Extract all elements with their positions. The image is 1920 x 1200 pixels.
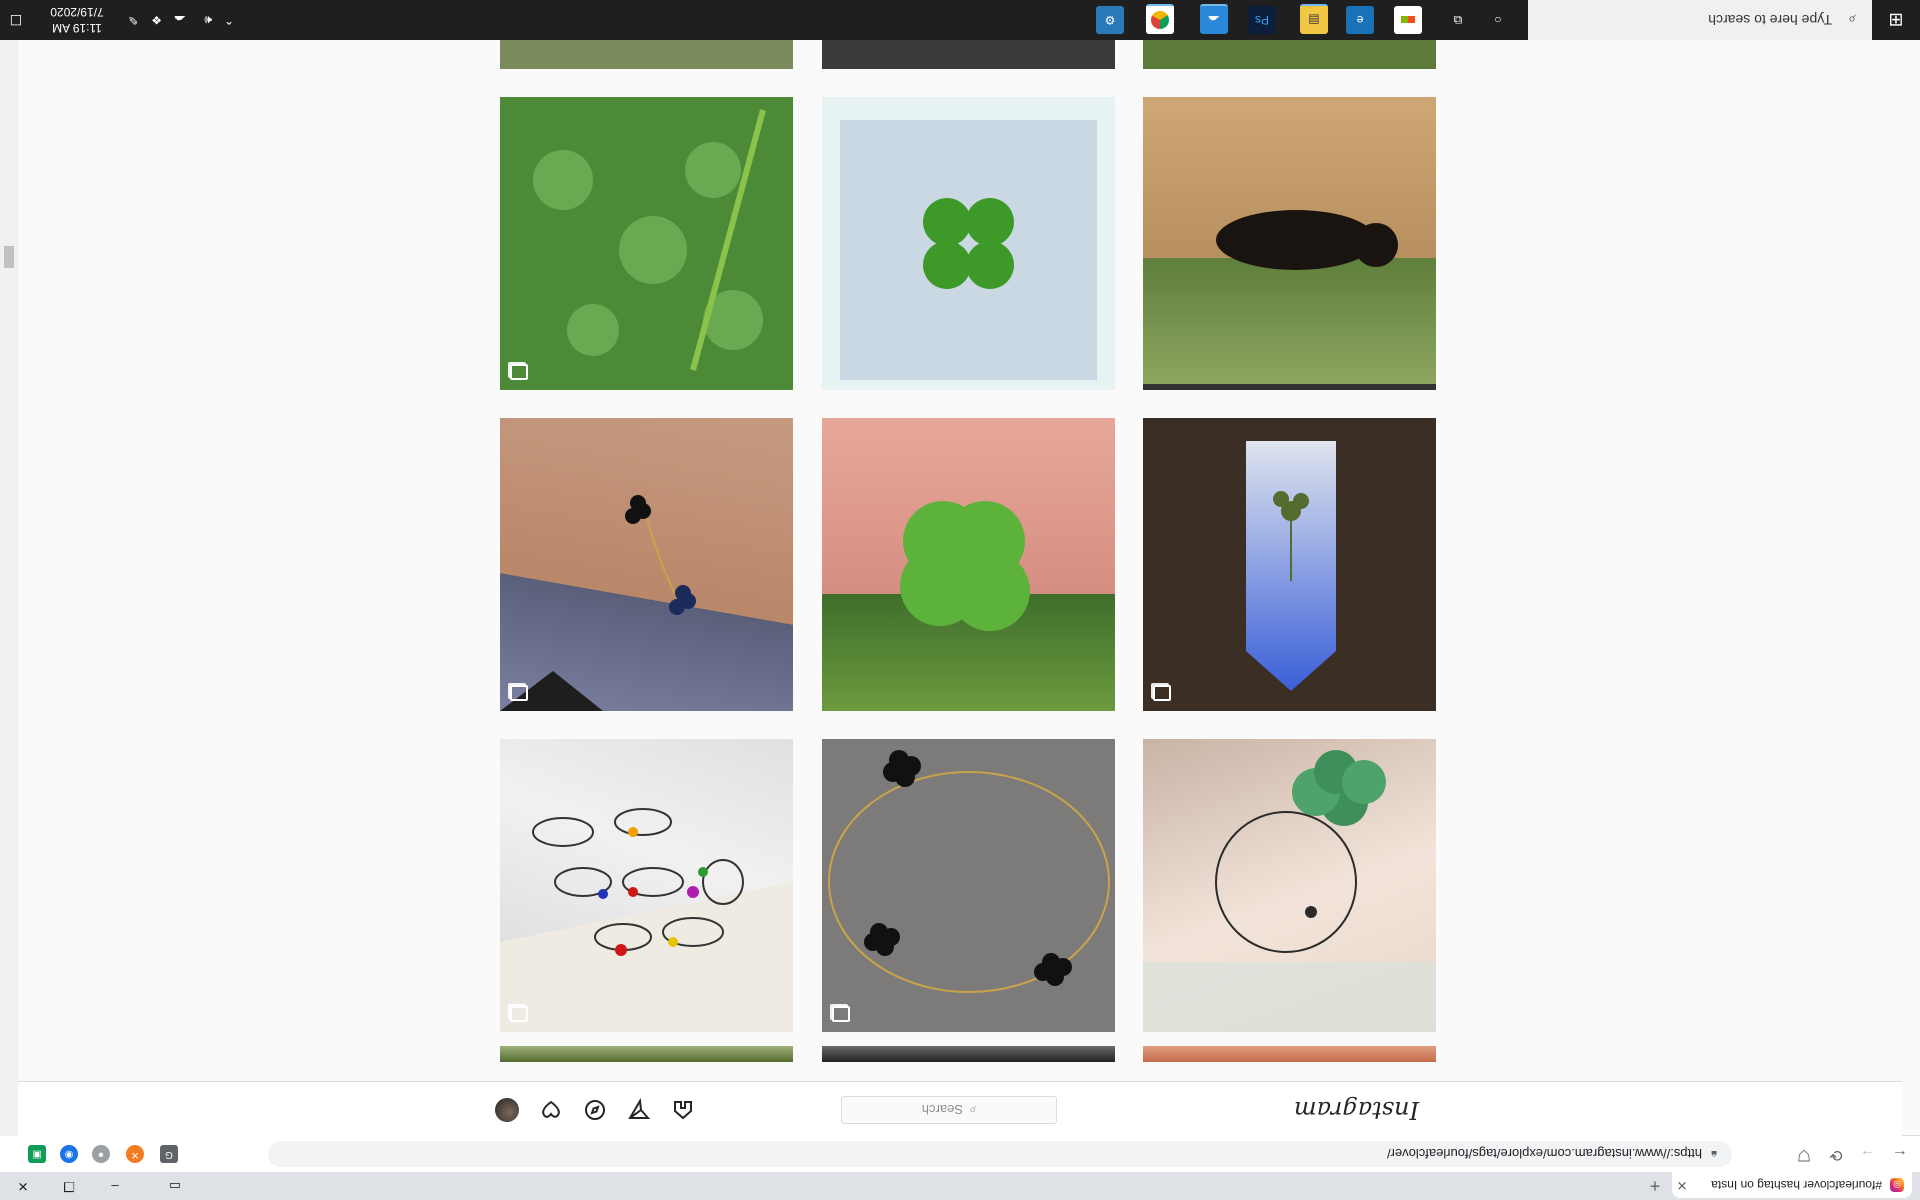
- instagram-logo[interactable]: Instagram: [1294, 1096, 1419, 1124]
- dropbox-icon[interactable]: ❖: [151, 0, 162, 40]
- post-thumbnail[interactable]: [500, 97, 793, 390]
- post-thumbnail[interactable]: [822, 418, 1115, 711]
- multi-post-icon: [510, 364, 528, 380]
- multi-post-icon: [510, 1006, 528, 1022]
- search-input[interactable]: ⌕ Search: [841, 1096, 1057, 1124]
- activity-heart-icon[interactable]: [539, 1098, 563, 1122]
- post-thumbnail[interactable]: [1143, 40, 1436, 69]
- scrollbar-thumb[interactable]: [4, 246, 14, 268]
- notification-center-icon[interactable]: ☐: [0, 0, 32, 40]
- weather-app-icon[interactable]: ☁: [1200, 4, 1228, 34]
- post-thumbnail[interactable]: [1143, 1046, 1436, 1062]
- chrome-browser-icon[interactable]: [1146, 4, 1174, 34]
- page-scrollbar[interactable]: [0, 40, 18, 1136]
- post-thumbnail[interactable]: [1143, 97, 1436, 390]
- new-tab-button[interactable]: +: [1644, 1176, 1666, 1196]
- post-thumbnail[interactable]: [500, 1046, 793, 1062]
- url-text: https://www.instagram.com/explore/tags/f…: [1386, 1146, 1702, 1162]
- taskbar-search-placeholder: Type here to search: [1708, 12, 1832, 28]
- clock-date: 7/19/2020: [50, 5, 104, 19]
- post-thumbnail[interactable]: [500, 40, 793, 69]
- taskbar-search-input[interactable]: ⌕ Type here to search: [1528, 0, 1872, 40]
- four-leaf-clover-in-hand-image: [900, 501, 1030, 631]
- windows-taskbar: ⊞ ⌕ Type here to search ○ ⧉ e ▤ Ps ☁ ⚙ ⌃…: [0, 0, 1920, 40]
- instagram-favicon-icon: ◎: [1890, 1178, 1904, 1192]
- post-thumbnail[interactable]: [822, 40, 1115, 69]
- tray-chevron-icon[interactable]: ⌃: [224, 0, 234, 40]
- profile-avatar[interactable]: [495, 1098, 519, 1122]
- system-clock[interactable]: 11:19 AM 7/19/2020: [42, 4, 112, 36]
- forward-arrow-icon[interactable]: →: [1856, 1142, 1880, 1166]
- direct-messages-icon[interactable]: [627, 1098, 651, 1122]
- post-thumbnail[interactable]: [500, 739, 793, 1032]
- post-thumbnail[interactable]: [1143, 739, 1436, 1032]
- search-placeholder: Search: [921, 1102, 963, 1118]
- close-window-button[interactable]: ✕: [0, 1172, 46, 1200]
- extension-green-icon[interactable]: ▣: [28, 1145, 46, 1163]
- browser-tab-strip: ◎ #fourleafclover hashtag on Insta ✕ + ▭…: [0, 1172, 1920, 1200]
- clover-pennant-image: [1246, 441, 1336, 691]
- pen-icon[interactable]: ✎: [128, 0, 138, 40]
- clover-bracelet-on-wrist-image: [500, 495, 696, 711]
- post-thumbnail[interactable]: [822, 1046, 1115, 1062]
- extension-circle-icon[interactable]: ●: [92, 1145, 110, 1163]
- tab-close-icon[interactable]: ✕: [1672, 1177, 1692, 1193]
- gold-clover-bracelet-image: [828, 750, 1110, 993]
- restore-button[interactable]: ❐: [46, 1172, 92, 1200]
- cat-on-fence-image: [1143, 210, 1436, 390]
- microsoft-store-icon[interactable]: [1394, 6, 1422, 34]
- browser-toolbar: ← → ⟳ ⛉ 🔒︎ https://www.instagram.com/exp…: [0, 1135, 1920, 1172]
- screen: ◎ #fourleafclover hashtag on Insta ✕ + ▭…: [0, 0, 1920, 1200]
- multi-post-icon: [1153, 685, 1171, 701]
- window-layout-icon[interactable]: ▭: [152, 1172, 198, 1200]
- multi-post-icon: [832, 1006, 850, 1022]
- clover-in-water-image: [840, 120, 1097, 380]
- address-bar[interactable]: 🔒︎ https://www.instagram.com/explore/tag…: [268, 1141, 1732, 1167]
- clock-time: 11:19 AM: [52, 21, 102, 35]
- tab-title: #fourleafclover hashtag on Insta: [1711, 1178, 1882, 1192]
- cortana-icon[interactable]: ○: [1484, 6, 1512, 34]
- shield-icon[interactable]: ⛉: [1792, 1142, 1816, 1166]
- explore-compass-icon[interactable]: [583, 1098, 607, 1122]
- minimize-button[interactable]: –: [92, 1172, 138, 1200]
- clover-patch-image: [533, 109, 766, 371]
- search-icon: ⌕: [1848, 12, 1856, 29]
- multi-post-icon: [510, 685, 528, 701]
- instagram-header: Instagram ⌕ Search: [0, 1081, 1902, 1136]
- post-thumbnail[interactable]: [822, 97, 1115, 390]
- post-thumbnail[interactable]: [1143, 418, 1436, 711]
- reload-icon[interactable]: ⟳: [1824, 1142, 1848, 1166]
- extensions-puzzle-icon[interactable]: [66, 1143, 86, 1163]
- post-thumbnail[interactable]: [500, 418, 793, 711]
- photoshop-icon[interactable]: Ps: [1248, 6, 1276, 34]
- extension-g-icon[interactable]: G: [160, 1145, 178, 1163]
- task-view-icon[interactable]: ⧉: [1444, 6, 1472, 34]
- search-icon: ⌕: [968, 1103, 977, 1118]
- file-explorer-icon[interactable]: ▤: [1300, 4, 1328, 34]
- volume-icon[interactable]: 🔊︎: [204, 0, 212, 40]
- onedrive-icon[interactable]: ☁: [174, 0, 186, 40]
- lock-icon: 🔒︎: [1711, 1148, 1717, 1161]
- home-icon[interactable]: [671, 1098, 695, 1122]
- colorful-rings-image: [500, 808, 793, 1032]
- clover-tattoo-image: [1143, 750, 1436, 1032]
- browser-tab[interactable]: ◎ #fourleafclover hashtag on Insta ✕: [1672, 1172, 1912, 1198]
- post-thumbnail[interactable]: [822, 739, 1115, 1032]
- back-arrow-icon[interactable]: ←: [1888, 1142, 1912, 1166]
- settings-app-icon[interactable]: ⚙: [1096, 6, 1124, 34]
- extension-orange-icon[interactable]: ✕: [126, 1145, 144, 1163]
- edge-browser-icon[interactable]: e: [1346, 6, 1374, 34]
- windows-start-icon[interactable]: ⊞: [1872, 0, 1920, 40]
